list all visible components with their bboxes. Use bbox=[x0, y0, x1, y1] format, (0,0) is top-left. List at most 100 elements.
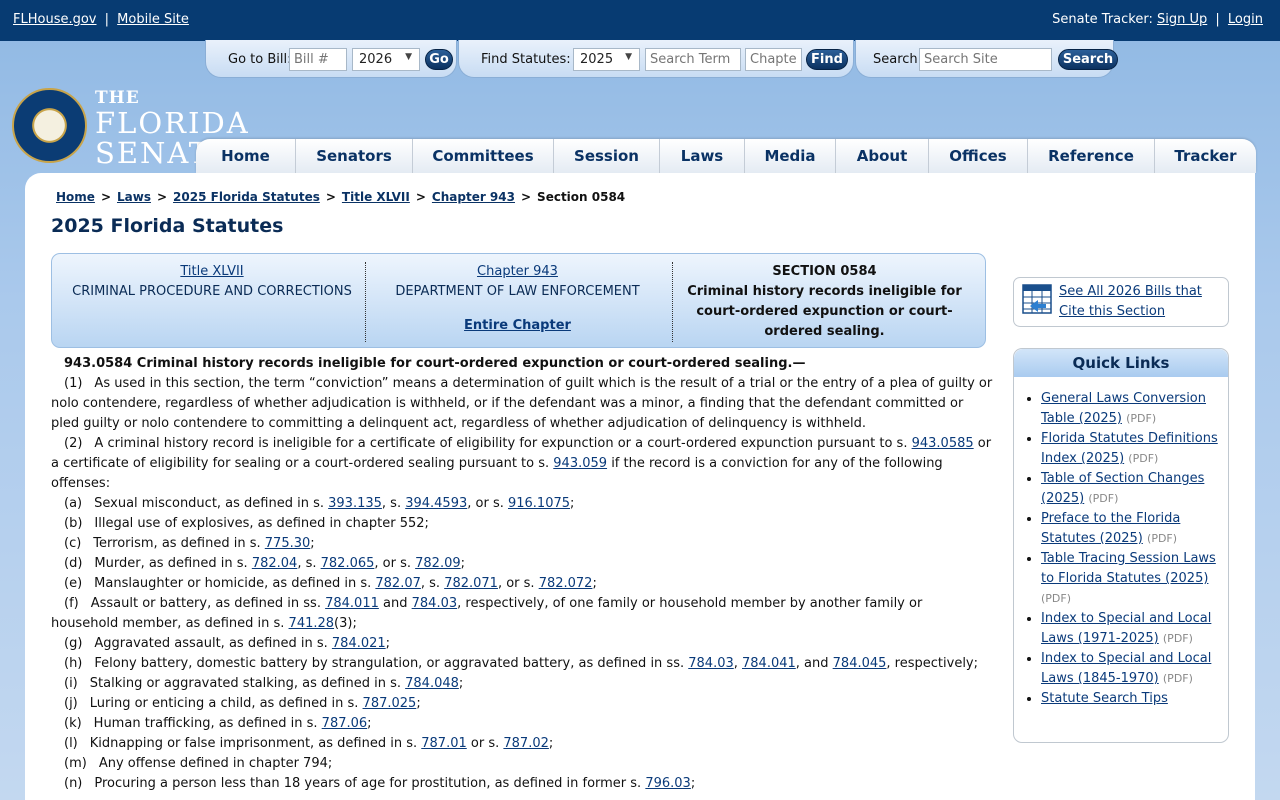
nav-offices[interactable]: Offices bbox=[929, 139, 1028, 173]
statute-link[interactable]: 943.059 bbox=[553, 456, 607, 471]
statute-link[interactable]: 782.071 bbox=[444, 576, 498, 591]
statute-link[interactable]: 394.4593 bbox=[405, 496, 467, 511]
statute-link[interactable]: 784.021 bbox=[332, 636, 386, 651]
statute-link[interactable]: 796.03 bbox=[645, 776, 691, 791]
breadcrumb-laws[interactable]: Laws bbox=[117, 190, 151, 204]
title-link[interactable]: Title XLVII bbox=[180, 264, 243, 279]
paragraph-letter: (h) bbox=[64, 656, 83, 671]
go-button[interactable]: Go bbox=[425, 49, 453, 70]
quick-link[interactable]: General Laws Conversion Table (2025) bbox=[1041, 391, 1206, 426]
statute-link[interactable]: 787.02 bbox=[503, 736, 549, 751]
chapter-link[interactable]: Chapter 943 bbox=[477, 264, 558, 279]
logo-florida: FLORIDA bbox=[95, 106, 250, 140]
flhouse-link[interactable]: FLHouse.gov bbox=[13, 12, 97, 27]
goto-bill-panel: Go to Bill: 2026 ▼ Go bbox=[205, 40, 457, 78]
bill-year-select[interactable]: 2026 ▼ bbox=[352, 48, 420, 71]
tools-bar: Go to Bill: 2026 ▼ Go Find Statutes: 202… bbox=[205, 40, 1142, 78]
breadcrumb: Home > Laws >2025 Florida Statutes > Title XL… bbox=[56, 190, 625, 204]
breadcrumb-chapter[interactable]: Chapter 943 bbox=[432, 190, 515, 204]
statute-year-select[interactable]: 2025 ▼ bbox=[573, 48, 640, 71]
nav-committees[interactable]: Committees bbox=[413, 139, 554, 173]
paragraph-j: (j) Luring or enticing a child, as define… bbox=[64, 696, 421, 711]
find-statutes-panel: Find Statutes: 2025 ▼ Find bbox=[458, 40, 854, 78]
list-item: Table of Section Changes (2025) (PDF) bbox=[1041, 469, 1218, 509]
statute-year-value: 2025 bbox=[580, 52, 614, 67]
paragraph-letter: (e) bbox=[64, 576, 83, 591]
statute-link[interactable]: 784.03 bbox=[412, 596, 458, 611]
signup-link[interactable]: Sign Up bbox=[1157, 12, 1207, 27]
senate-tracker: Senate Tracker: Sign Up | Login bbox=[1052, 12, 1263, 27]
quick-links-list: General Laws Conversion Table (2025) (PD… bbox=[1014, 377, 1228, 709]
statute-link[interactable]: 782.04 bbox=[252, 556, 298, 571]
paragraph-text: , and bbox=[795, 656, 829, 671]
breadcrumb-title[interactable]: Title XLVII bbox=[342, 190, 410, 204]
paragraph-text: Assault or battery, as defined in ss. bbox=[90, 596, 321, 611]
paragraph-m: (m) Any offense defined in chapter 794; bbox=[51, 754, 993, 774]
nav-senators[interactable]: Senators bbox=[296, 139, 413, 173]
statute-link[interactable]: 916.1075 bbox=[508, 496, 570, 511]
statute-title: 943.0584 Criminal history records inelig… bbox=[64, 356, 806, 371]
search-button[interactable]: Search bbox=[1058, 49, 1118, 70]
login-link[interactable]: Login bbox=[1228, 12, 1263, 27]
statute-link[interactable]: 782.09 bbox=[415, 556, 461, 571]
statute-link[interactable]: 782.072 bbox=[539, 576, 593, 591]
statute-link[interactable]: 787.06 bbox=[322, 716, 368, 731]
paragraph-text: Kidnapping or false imprisonment, as def… bbox=[89, 736, 418, 751]
list-item: Table Tracing Session Laws to Florida St… bbox=[1041, 549, 1218, 609]
statute-link[interactable]: 784.011 bbox=[325, 596, 379, 611]
breadcrumb-sep: > bbox=[415, 190, 426, 204]
find-button[interactable]: Find bbox=[806, 49, 848, 70]
breadcrumb-sep: > bbox=[520, 190, 532, 204]
paragraph-l: (l) Kidnapping or false imprisonment, as … bbox=[64, 736, 554, 751]
nav-laws[interactable]: Laws bbox=[660, 139, 745, 173]
statute-link[interactable]: 782.065 bbox=[321, 556, 375, 571]
paragraph-text: or s. bbox=[470, 736, 500, 751]
subsection-2: (2) A criminal history record is ineligib… bbox=[51, 434, 993, 494]
nav-reference[interactable]: Reference bbox=[1028, 139, 1155, 173]
nav-home[interactable]: Home bbox=[196, 139, 296, 173]
paragraph-text: Stalking or aggravated stalking, as defi… bbox=[89, 676, 401, 691]
paragraph-letter: (g) bbox=[64, 636, 83, 651]
bill-number-input[interactable] bbox=[289, 48, 347, 71]
paragraph-letter: (k) bbox=[64, 716, 82, 731]
nav-session[interactable]: Session bbox=[554, 139, 660, 173]
pdf-tag: (PDF) bbox=[1128, 452, 1159, 465]
statute-link[interactable]: 784.048 bbox=[405, 676, 459, 691]
statute-link[interactable]: 784.045 bbox=[833, 656, 887, 671]
quick-link[interactable]: Table Tracing Session Laws to Florida St… bbox=[1041, 551, 1216, 586]
statute-link[interactable]: 741.28 bbox=[289, 616, 335, 631]
subsection-number: (2) bbox=[64, 436, 83, 451]
bill-year-value: 2026 bbox=[359, 52, 393, 67]
statute-link[interactable]: 782.07 bbox=[375, 576, 421, 591]
breadcrumb-home[interactable]: Home bbox=[56, 190, 95, 204]
statute-link[interactable]: 787.01 bbox=[421, 736, 467, 751]
statute-link[interactable]: 784.03 bbox=[688, 656, 734, 671]
main-content: Home > Laws >2025 Florida Statutes > Title XL… bbox=[25, 173, 1255, 800]
nav-about[interactable]: About bbox=[836, 139, 929, 173]
quick-link[interactable]: Statute Search Tips bbox=[1041, 691, 1168, 706]
statute-header: Title XLVII CRIMINAL PROCEDURE AND CORRE… bbox=[51, 253, 986, 348]
statute-link[interactable]: 943.0585 bbox=[912, 436, 974, 451]
statute-link[interactable]: 775.30 bbox=[265, 536, 311, 551]
chevron-down-icon: ▼ bbox=[625, 52, 632, 62]
senate-seal-logo[interactable] bbox=[12, 88, 87, 163]
statute-link[interactable]: 784.041 bbox=[742, 656, 796, 671]
nav-media[interactable]: Media bbox=[745, 139, 836, 173]
site-search-panel: Search Search bbox=[855, 40, 1118, 78]
nav-tracker[interactable]: Tracker bbox=[1155, 139, 1256, 173]
chapter-input[interactable] bbox=[745, 48, 802, 71]
section-column: SECTION 0584 Criminal history records in… bbox=[682, 262, 967, 342]
mobile-site-link[interactable]: Mobile Site bbox=[117, 12, 189, 27]
statute-link[interactable]: 393.135 bbox=[328, 496, 382, 511]
paragraph-letter: (n) bbox=[64, 776, 83, 791]
paragraph-h: (h) Felony battery, domestic battery by s… bbox=[64, 656, 978, 671]
see-all-bills-link[interactable]: See All 2026 Bills that Cite this Sectio… bbox=[1059, 282, 1224, 322]
site-search-input[interactable] bbox=[919, 48, 1052, 71]
paragraph-letter: (d) bbox=[64, 556, 83, 571]
bills-cite-card: See All 2026 Bills that Cite this Sectio… bbox=[1013, 277, 1229, 327]
quick-link[interactable]: Table of Section Changes (2025) bbox=[1041, 471, 1204, 506]
entire-chapter-link[interactable]: Entire Chapter bbox=[464, 318, 571, 333]
statute-link[interactable]: 787.025 bbox=[363, 696, 417, 711]
search-term-input[interactable] bbox=[645, 48, 741, 71]
breadcrumb-statutes[interactable]: 2025 Florida Statutes bbox=[173, 190, 320, 204]
